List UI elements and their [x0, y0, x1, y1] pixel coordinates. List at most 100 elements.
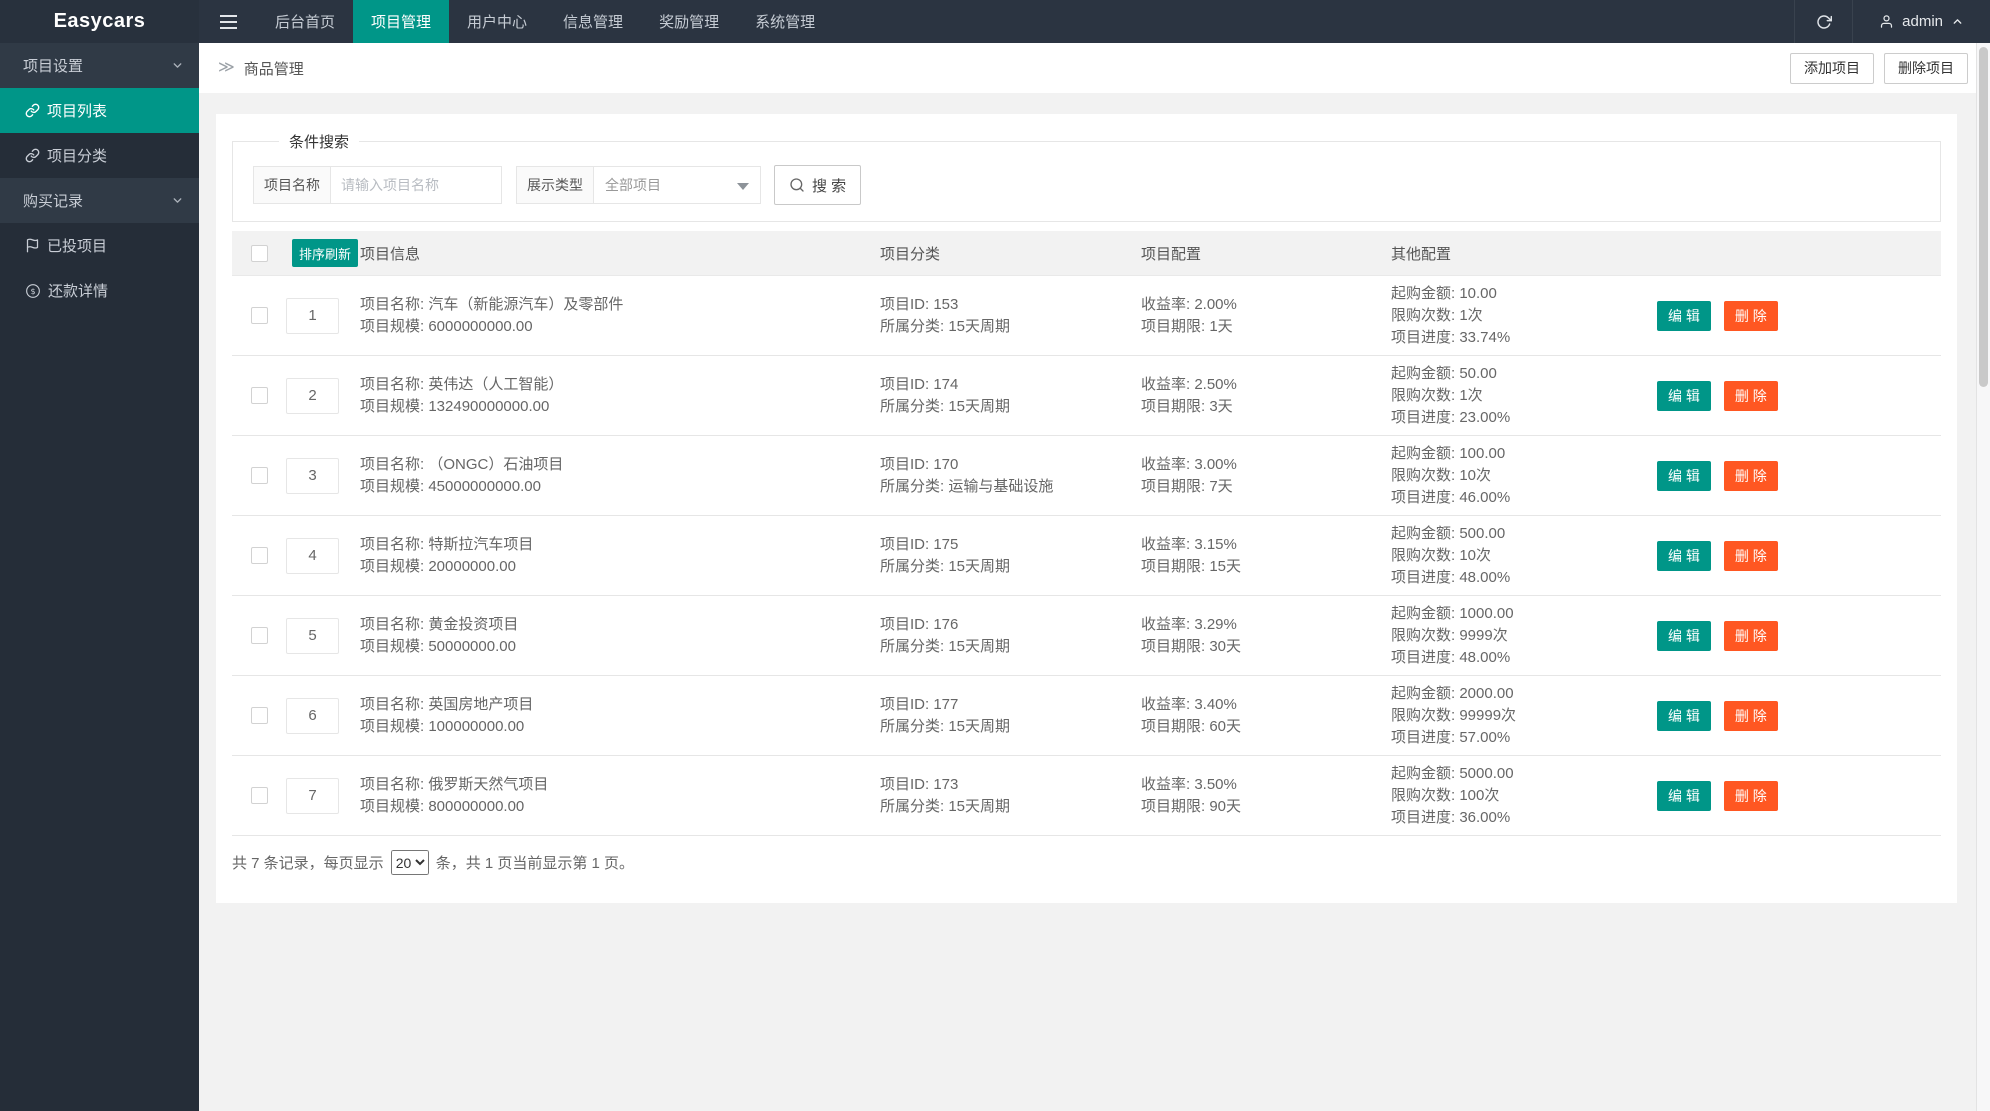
edit-button[interactable]: 编 辑	[1657, 300, 1711, 331]
nav-item-home[interactable]: 后台首页	[257, 0, 353, 43]
edit-button[interactable]: 编 辑	[1657, 540, 1711, 571]
select-all-checkbox[interactable]	[250, 244, 268, 262]
edit-button[interactable]: 编 辑	[1657, 460, 1711, 491]
sort-order-input[interactable]	[286, 697, 339, 734]
yield-rate-text: 收益率: 3.40%	[1141, 695, 1237, 713]
delete-button[interactable]: 删 除	[1723, 620, 1778, 651]
row-checkbox[interactable]	[250, 707, 268, 724]
nav-item-system[interactable]: 系统管理	[737, 0, 833, 43]
yield-rate-text: 收益率: 2.50%	[1141, 375, 1237, 393]
project-info-cell: 项目名称: 特斯拉汽车项目 项目规模: 20000000.00	[360, 534, 880, 578]
sort-order-input[interactable]	[286, 297, 339, 334]
username: admin	[1902, 13, 1943, 30]
delete-button[interactable]: 删 除	[1723, 540, 1778, 571]
sidebar-group-label: 项目设置	[23, 58, 84, 75]
table-header-row: 排序刷新 项目信息 项目分类 项目配置 其他配置	[232, 231, 1941, 276]
row-checkbox[interactable]	[250, 307, 268, 324]
nav-item-info[interactable]: 信息管理	[545, 0, 641, 43]
delete-button[interactable]: 删 除	[1723, 300, 1778, 331]
link-icon	[25, 103, 40, 118]
project-id-text: 项目ID: 175	[880, 535, 959, 553]
edit-button[interactable]: 编 辑	[1657, 620, 1711, 651]
sidebar-group-label: 购买记录	[23, 193, 84, 210]
refresh-button[interactable]	[1794, 0, 1852, 43]
sort-order-input[interactable]	[286, 377, 339, 414]
delete-button[interactable]: 删 除	[1723, 380, 1778, 411]
purchase-limit-text: 限购次数: 100次	[1391, 786, 1500, 804]
search-icon	[789, 177, 805, 193]
min-purchase-text: 起购金额: 500.00	[1391, 524, 1506, 542]
collapse-menu-button[interactable]	[199, 0, 257, 43]
display-type-select[interactable]: 全部项目	[593, 166, 761, 204]
nav-item-users[interactable]: 用户中心	[449, 0, 545, 43]
project-scale-text: 项目规模: 50000000.00	[360, 637, 516, 655]
yield-rate-text: 收益率: 3.00%	[1141, 455, 1237, 473]
project-scale-text: 项目规模: 800000000.00	[360, 797, 525, 815]
project-category-text: 所属分类: 15天周期	[880, 397, 1011, 415]
sidebar-item-invested-projects[interactable]: 已投项目	[0, 223, 199, 268]
chevron-down-icon	[171, 194, 184, 207]
other-config-cell: 起购金额: 5000.00 限购次数: 100次 项目进度: 36.00%	[1391, 763, 1657, 829]
brand-logo: Easycars	[0, 0, 199, 43]
project-scale-text: 项目规模: 6000000000.00	[360, 317, 533, 335]
row-checkbox[interactable]	[250, 387, 268, 404]
display-type-value: 全部项目	[605, 177, 661, 193]
header-project-category: 项目分类	[880, 245, 941, 263]
min-purchase-text: 起购金额: 2000.00	[1391, 684, 1514, 702]
sort-refresh-button[interactable]: 排序刷新	[292, 239, 359, 267]
sidebar-item-project-list[interactable]: 项目列表	[0, 88, 199, 133]
display-type-label: 展示类型	[516, 166, 594, 204]
project-id-text: 项目ID: 170	[880, 455, 959, 473]
project-category-text: 所属分类: 15天周期	[880, 557, 1011, 575]
scrollbar-thumb[interactable]	[1979, 47, 1988, 387]
delete-button[interactable]: 删 除	[1723, 700, 1778, 731]
yield-rate-text: 收益率: 2.00%	[1141, 295, 1237, 313]
header-project-info: 项目信息	[360, 245, 421, 263]
sidebar-item-repayment-details[interactable]: $ 还款详情	[0, 268, 199, 313]
project-name-input[interactable]	[330, 166, 502, 204]
sort-order-input[interactable]	[286, 537, 339, 574]
chevron-up-icon	[1951, 15, 1964, 28]
search-button[interactable]: 搜 索	[774, 165, 862, 205]
nav-item-projects[interactable]: 项目管理	[353, 0, 450, 43]
project-id-text: 项目ID: 176	[880, 615, 959, 633]
table-row: 项目名称: 汽车（新能源汽车）及零部件 项目规模: 6000000000.00 …	[232, 276, 1941, 356]
page-size-select[interactable]: 20	[390, 850, 429, 875]
pagination-prefix: 共 7 条记录，每页显示	[232, 855, 384, 872]
nav-item-rewards[interactable]: 奖励管理	[641, 0, 737, 43]
edit-button[interactable]: 编 辑	[1657, 700, 1711, 731]
project-config-cell: 收益率: 3.50% 项目期限: 90天	[1141, 774, 1391, 818]
dollar-circle-icon: $	[25, 283, 41, 299]
sort-order-input[interactable]	[286, 457, 339, 494]
other-config-cell: 起购金额: 1000.00 限购次数: 9999次 项目进度: 48.00%	[1391, 603, 1657, 669]
edit-button[interactable]: 编 辑	[1657, 380, 1711, 411]
user-menu[interactable]: admin	[1852, 0, 1990, 43]
edit-button[interactable]: 编 辑	[1657, 780, 1711, 811]
delete-project-button[interactable]: 删除项目	[1884, 52, 1968, 84]
min-purchase-text: 起购金额: 5000.00	[1391, 764, 1514, 782]
sidebar-item-project-category[interactable]: 项目分类	[0, 133, 199, 178]
table-row: 项目名称: 黄金投资项目 项目规模: 50000000.00 项目ID: 176…	[232, 596, 1941, 676]
yield-rate-text: 收益率: 3.50%	[1141, 775, 1237, 793]
project-info-cell: 项目名称: 俄罗斯天然气项目 项目规模: 800000000.00	[360, 774, 880, 818]
project-name-text: 项目名称: 汽车（新能源汽车）及零部件	[360, 295, 624, 313]
progress-text: 项目进度: 48.00%	[1391, 568, 1511, 586]
sidebar-group-project-settings[interactable]: 项目设置	[0, 43, 199, 88]
row-checkbox[interactable]	[250, 547, 268, 564]
delete-button[interactable]: 删 除	[1723, 460, 1778, 491]
pagination-suffix: 条，共 1 页当前显示第 1 页。	[435, 855, 635, 872]
sidebar-group-purchase-records[interactable]: 购买记录	[0, 178, 199, 223]
project-name-text: 项目名称: 俄罗斯天然气项目	[360, 775, 549, 793]
delete-button[interactable]: 删 除	[1723, 780, 1778, 811]
progress-text: 项目进度: 46.00%	[1391, 488, 1511, 506]
sort-order-input[interactable]	[286, 617, 339, 654]
project-period-text: 项目期限: 1天	[1141, 317, 1233, 335]
row-checkbox[interactable]	[250, 627, 268, 644]
page-scrollbar[interactable]	[1976, 43, 1990, 1111]
project-scale-text: 项目规模: 20000000.00	[360, 557, 516, 575]
add-project-button[interactable]: 添加项目	[1790, 52, 1874, 84]
row-checkbox[interactable]	[250, 787, 268, 804]
sort-order-input[interactable]	[286, 777, 339, 814]
min-purchase-text: 起购金额: 100.00	[1391, 444, 1506, 462]
row-checkbox[interactable]	[250, 467, 268, 484]
